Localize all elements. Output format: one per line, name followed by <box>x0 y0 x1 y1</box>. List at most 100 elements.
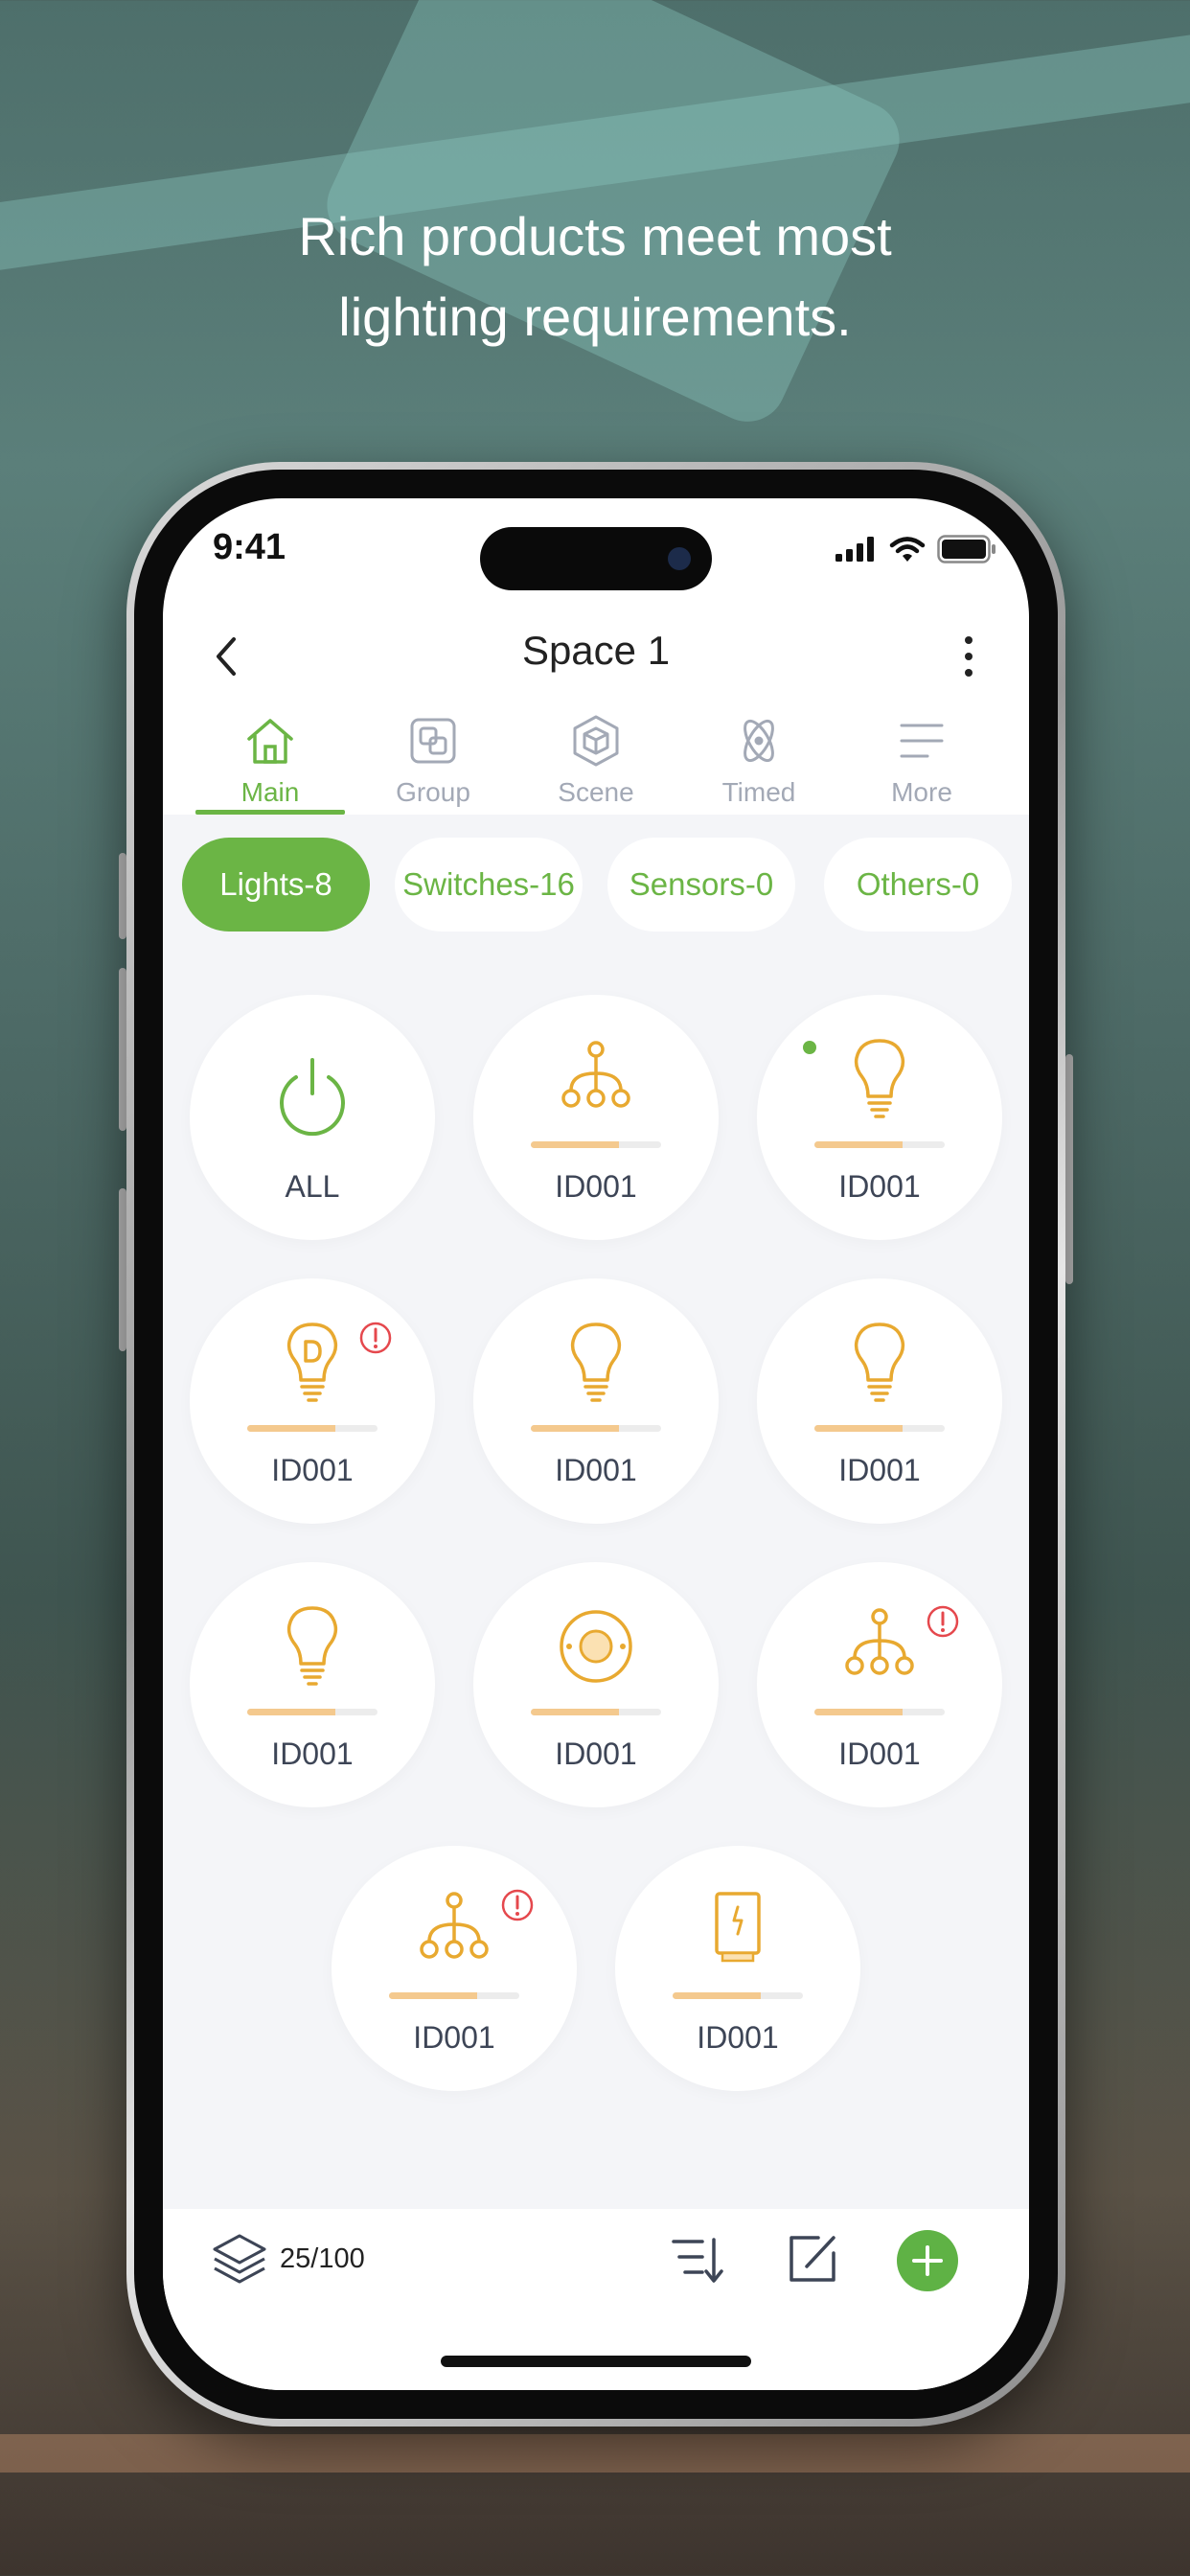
brightness-bar <box>673 1992 803 1999</box>
tab-more[interactable]: More <box>845 704 998 812</box>
plus-icon <box>912 2245 943 2276</box>
bulb-icon <box>854 1039 905 1118</box>
battery-icon <box>937 535 995 564</box>
status-time: 9:41 <box>213 527 286 567</box>
device-label: ID001 <box>697 2020 779 2055</box>
brightness-bar <box>247 1709 378 1715</box>
timed-icon <box>744 719 774 763</box>
device-label: ALL <box>285 1169 340 1204</box>
group-node-icon <box>845 1608 914 1675</box>
wifi-icon <box>889 537 926 562</box>
brightness-bar-fill <box>814 1425 904 1432</box>
device-tile[interactable]: ID001 <box>473 1278 719 1524</box>
filter-switches[interactable]: Switches-16 <box>395 838 583 932</box>
add-device-button[interactable] <box>897 2230 958 2291</box>
brightness-bar <box>814 1425 945 1432</box>
device-label: ID001 <box>838 1453 921 1487</box>
tab-main-label: Main <box>240 777 300 807</box>
brightness-bar-fill <box>531 1709 620 1715</box>
filter-lights[interactable]: Lights-8 <box>182 838 370 932</box>
home-indicator <box>441 2356 751 2367</box>
tab-bar: Main Group Scene Timed More <box>163 704 1029 812</box>
phone-action-button <box>119 853 126 939</box>
home-icon <box>247 719 293 764</box>
headline: Rich products meet most lighting require… <box>0 196 1190 357</box>
device-tile-all[interactable]: ALL <box>190 995 435 1240</box>
brightness-bar-fill <box>389 1992 478 1999</box>
brightness-bar <box>531 1425 661 1432</box>
brightness-bar-fill <box>531 1425 620 1432</box>
device-label: ID001 <box>838 1736 921 1771</box>
device-label: ID001 <box>271 1453 354 1487</box>
tab-more-label: More <box>891 777 952 807</box>
tab-group-label: Group <box>396 777 470 807</box>
device-tile[interactable]: ID001 <box>190 1278 435 1524</box>
more-options-icon[interactable] <box>954 628 983 685</box>
device-tile[interactable]: ID001 <box>190 1562 435 1807</box>
headline-line-2: lighting requirements. <box>338 287 852 347</box>
group-node-icon <box>420 1892 489 1959</box>
device-tile[interactable]: ID001 <box>473 1562 719 1807</box>
layers-icon[interactable] <box>211 2230 268 2288</box>
edit-icon[interactable] <box>784 2230 841 2288</box>
dimmable-bulb-icon <box>286 1322 338 1402</box>
device-label: ID001 <box>555 1169 637 1204</box>
bulb-icon <box>286 1606 338 1686</box>
alert-icon <box>359 1322 392 1354</box>
device-label: ID001 <box>413 2020 495 2055</box>
brightness-bar <box>814 1709 945 1715</box>
camera-icon <box>668 547 691 570</box>
brightness-bar <box>247 1425 378 1432</box>
tab-group[interactable]: Group <box>356 704 510 812</box>
tab-scene[interactable]: Scene <box>519 704 673 812</box>
tab-main[interactable]: Main <box>194 704 347 812</box>
brightness-bar-fill <box>673 1992 762 1999</box>
bulb-icon <box>570 1322 622 1402</box>
online-indicator <box>803 1041 816 1054</box>
brightness-bar-fill <box>531 1141 620 1148</box>
brightness-bar-fill <box>247 1425 336 1432</box>
device-tile[interactable]: ID001 <box>332 1846 577 2091</box>
brightness-bar <box>531 1709 661 1715</box>
alert-icon <box>927 1605 959 1638</box>
device-list: Lights-8 Switches-16 Sensors-0 Others-0 … <box>163 815 1029 2209</box>
phone-volume-down-button <box>119 1188 126 1351</box>
headline-line-1: Rich products meet most <box>298 206 892 266</box>
brightness-bar <box>531 1141 661 1148</box>
filter-others[interactable]: Others-0 <box>824 838 1012 932</box>
panel-light-icon <box>715 1892 761 1963</box>
brightness-bar <box>389 1992 519 1999</box>
status-icons <box>835 535 996 564</box>
ceiling-light-icon <box>560 1610 632 1683</box>
sort-icon[interactable] <box>668 2230 725 2288</box>
device-tile[interactable]: ID001 <box>757 995 1002 1240</box>
device-count: 25/100 <box>280 2243 365 2274</box>
tab-timed-label: Timed <box>721 777 796 807</box>
device-tile[interactable]: ID001 <box>757 1562 1002 1807</box>
app-screen: 9:41 Space 1 Main Group Scene Timed More… <box>163 498 1029 2390</box>
device-tile[interactable]: ID001 <box>615 1846 860 2091</box>
alert-icon <box>501 1889 534 1921</box>
page-title: Space 1 <box>521 628 671 673</box>
brightness-bar <box>814 1141 945 1148</box>
device-label: ID001 <box>555 1736 637 1771</box>
background-beam <box>0 2434 1190 2472</box>
signal-icon <box>835 537 874 562</box>
device-tile[interactable]: ID001 <box>757 1278 1002 1524</box>
group-node-icon <box>561 1041 630 1108</box>
phone-power-button <box>1065 1054 1073 1284</box>
filter-sensors[interactable]: Sensors-0 <box>607 838 795 932</box>
brightness-bar-fill <box>247 1709 336 1715</box>
dynamic-island <box>480 527 712 590</box>
device-tile[interactable]: ID001 <box>473 995 719 1240</box>
scene-icon <box>573 715 619 767</box>
device-label: ID001 <box>838 1169 921 1204</box>
power-icon <box>280 1058 345 1137</box>
menu-icon <box>900 724 944 758</box>
tab-timed[interactable]: Timed <box>682 704 835 812</box>
tab-scene-label: Scene <box>558 777 634 807</box>
bulb-icon <box>854 1322 905 1402</box>
device-label: ID001 <box>555 1453 637 1487</box>
device-label: ID001 <box>271 1736 354 1771</box>
brightness-bar-fill <box>814 1709 904 1715</box>
